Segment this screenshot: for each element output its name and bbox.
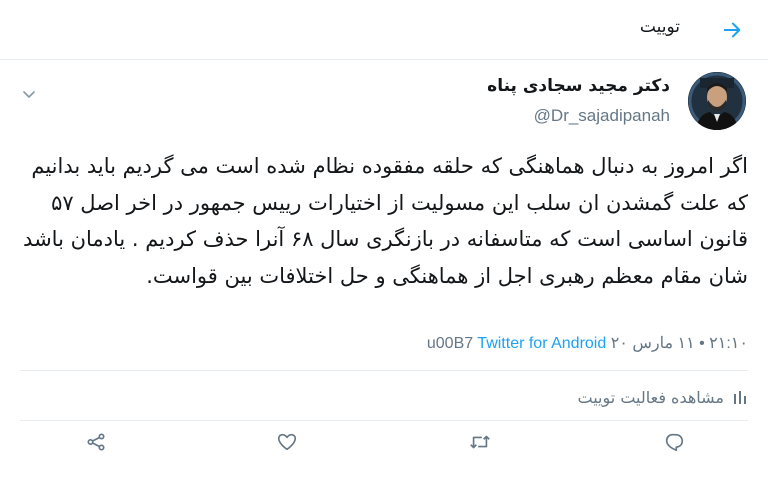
meta-separator: u00B7 <box>426 335 474 352</box>
reply-icon <box>665 433 684 452</box>
view-tweet-activity-button[interactable]: مشاهده فعالیت توییت <box>578 385 748 409</box>
profile-photo <box>688 72 746 130</box>
retweet-icon <box>470 435 490 449</box>
back-button[interactable] <box>714 12 750 48</box>
page-title: توییت <box>639 17 680 37</box>
share-icon <box>87 433 105 451</box>
author-display-name[interactable]: دکتر مجید سجادی پناه <box>487 76 670 96</box>
tweet-source-link[interactable]: Twitter for Android <box>477 335 606 352</box>
retweet-button[interactable] <box>466 428 494 456</box>
chevron-down-icon <box>23 91 35 98</box>
view-tweet-activity-label: مشاهده فعالیت توییت <box>577 387 724 407</box>
share-button[interactable] <box>82 428 110 456</box>
tweet-actions <box>0 428 768 458</box>
avatar[interactable] <box>688 72 746 130</box>
like-icon <box>277 433 297 451</box>
tweet-text: اگر امروز به دنبال هماهنگی که حلقه مفقود… <box>23 154 748 288</box>
divider <box>20 370 748 371</box>
author-handle[interactable]: @Dr_sajadipanah <box>534 106 670 126</box>
arrow-right-icon <box>723 22 741 38</box>
bar-chart-icon <box>734 391 746 404</box>
like-button[interactable] <box>273 428 301 456</box>
top-bar: توییت <box>0 0 768 60</box>
divider <box>20 420 748 421</box>
tweet-meta: ۲۱:۱۰ • ۱۱ مارس ۲۰ u00B7 Twitter for And… <box>427 333 748 353</box>
tweet-menu-button[interactable] <box>20 86 38 104</box>
reply-button[interactable] <box>660 428 688 456</box>
tweet-timestamp: ۲۱:۱۰ • ۱۱ مارس ۲۰ <box>610 335 748 352</box>
